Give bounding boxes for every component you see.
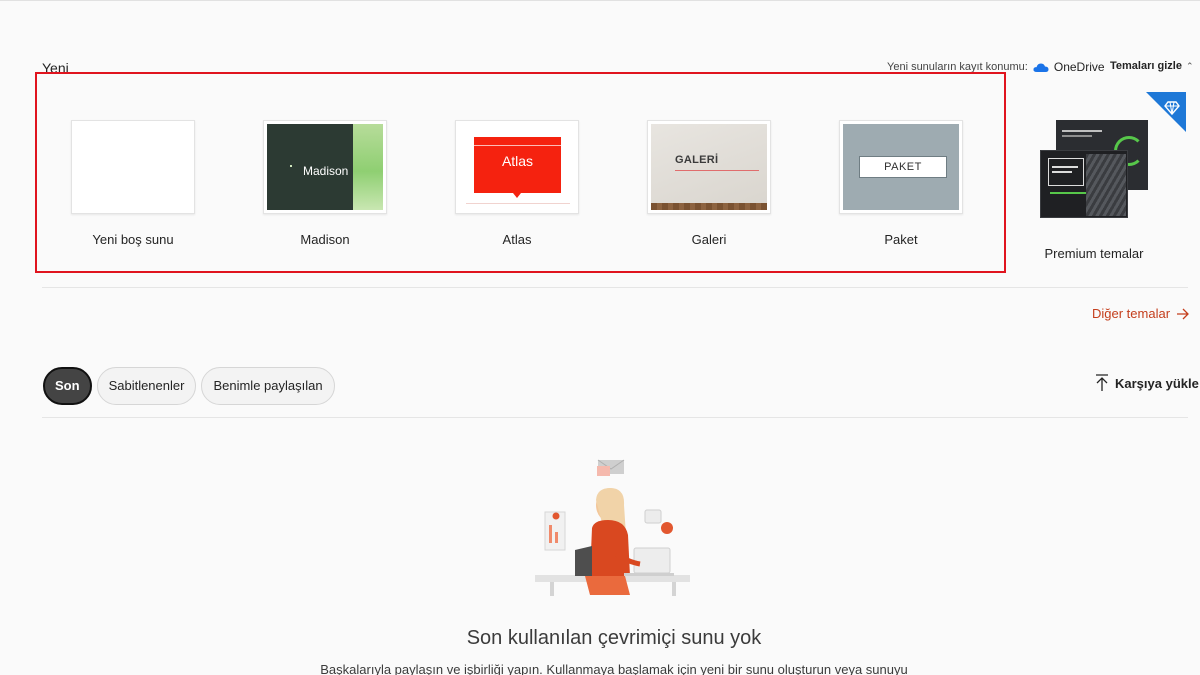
premium-themes[interactable]: Premium temalar [1030,92,1190,272]
arrow-right-icon [1177,308,1189,319]
more-themes-label: Diğer temalar [1092,306,1171,321]
thumbnail-title: Atlas [501,153,534,169]
tab-shared-with-me[interactable]: Benimle paylaşılan [201,367,335,405]
thumbnail-title: PAKET [859,156,947,178]
template-paket[interactable]: PAKET Paket [839,120,963,247]
divider [42,287,1188,288]
template-label: Paket [884,232,918,247]
template-thumbnail: PAKET [839,120,963,214]
onedrive-icon [1033,63,1049,72]
diamond-icon [1146,92,1186,132]
save-location-value: OneDrive [1053,60,1105,74]
template-label: Yeni boş sunu [92,232,174,247]
template-madison[interactable]: Madison Madison [263,120,387,247]
template-label: Galeri [691,232,727,247]
upload-icon [1096,374,1108,391]
template-label: Madison [300,232,350,247]
upload-button[interactable]: Karşıya yükle [1095,374,1199,392]
file-tabs: Son Sabitlenenler Benimle paylaşılan [43,367,335,405]
divider [42,417,1188,418]
chevron-up-icon: ⌃ [1185,60,1194,71]
template-thumbnail [71,120,195,214]
template-atlas[interactable]: Atlas Atlas [455,120,579,247]
template-thumbnail: Atlas [455,120,579,214]
empty-state-description: Başkalarıyla paylaşın ve işbirliği yapın… [320,662,908,675]
hide-themes-label: Temaları gizle [1110,60,1182,72]
template-galeri[interactable]: GALERİ Galeri [647,120,771,247]
template-blank[interactable]: Yeni boş sunu [71,120,195,247]
template-thumbnail: GALERİ [647,120,771,214]
premium-themes-label: Premium temalar [1044,246,1144,261]
upload-label: Karşıya yükle [1115,375,1199,391]
empty-state-title: Son kullanılan çevrimiçi sunu yok [466,627,762,649]
hide-themes-button[interactable]: Temaları gizle ⌃ [1110,60,1193,72]
tab-pinned[interactable]: Sabitlenenler [96,367,197,405]
thumbnail-title: Madison [303,164,349,178]
thumbnail-title: GALERİ [675,154,719,166]
empty-state-illustration [535,459,690,596]
tab-recent[interactable]: Son [43,367,92,405]
top-border [0,0,1200,1]
template-label: Atlas [502,232,532,247]
more-themes-link[interactable]: Diğer temalar [1092,306,1190,321]
template-thumbnail: Madison [263,120,387,214]
